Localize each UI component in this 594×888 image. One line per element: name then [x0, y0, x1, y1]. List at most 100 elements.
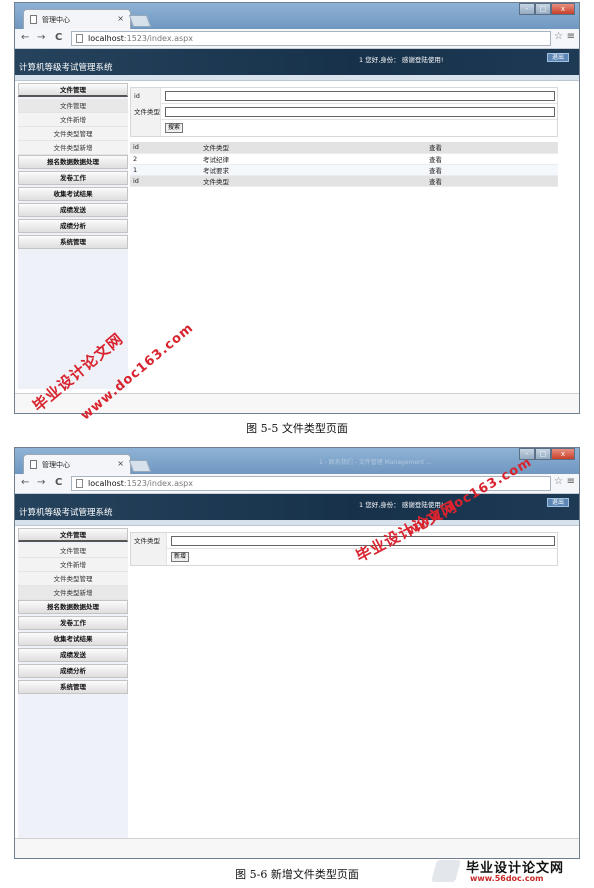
maximize-button[interactable]: □	[534, 448, 551, 460]
address-host: localhost	[88, 34, 124, 43]
sidebar-subitem-file-type-add[interactable]: 文件类型新增	[18, 586, 128, 600]
back-icon[interactable]: ←	[21, 477, 29, 488]
main-content: id 文件类型 搜索 id 文件类型 查看 2 考试纪律 查看 1 考试要求 查…	[128, 83, 579, 393]
header-subbar	[15, 520, 579, 526]
sidebar-item-collect-results[interactable]: 收集考试结果	[18, 632, 128, 646]
form-row-file-type: 文件类型	[131, 533, 557, 549]
file-type-table: id 文件类型 查看 2 考试纪律 查看 1 考试要求 查看 id 文件类型 查…	[130, 142, 558, 187]
logo-mark-icon	[431, 860, 461, 882]
minimize-button[interactable]: -	[519, 448, 535, 460]
sidebar-item-distribute-papers[interactable]: 发卷工作	[18, 171, 128, 185]
sidebar-item-file-management[interactable]: 文件管理	[18, 528, 128, 542]
actions-label-cell	[131, 549, 167, 565]
sidebar-item-send-scores[interactable]: 成绩发送	[18, 203, 128, 217]
column-header-view: 查看	[426, 142, 558, 154]
sidebar-item-send-scores[interactable]: 成绩发送	[18, 648, 128, 662]
back-icon[interactable]: ←	[21, 32, 29, 43]
bookmark-star-icon[interactable]: ☆	[554, 31, 563, 42]
cell-file-type: 考试要求	[200, 164, 426, 176]
close-icon[interactable]: ×	[117, 459, 124, 468]
column-footer-id: id	[130, 175, 200, 187]
window-controls: - □ x	[519, 3, 575, 15]
new-tab-button[interactable]	[128, 460, 152, 472]
greeting-text: 1 您好,身份： 感谢登陆使用!	[359, 56, 444, 64]
table-footer-row: id 文件类型 查看	[130, 175, 558, 187]
reload-icon[interactable]: C	[55, 32, 62, 43]
browser-tab-strip: 管理中心 × 1 - 联系我们 - 文件管理 Management ... - …	[15, 448, 579, 474]
sidebar-subitem-file-type-manage[interactable]: 文件类型管理	[18, 572, 128, 586]
cell-id: 1	[130, 164, 200, 176]
sidebar-item-system-management[interactable]: 系统管理	[18, 235, 128, 249]
bookmark-star-icon[interactable]: ☆	[554, 476, 563, 487]
browser-status-bar	[15, 393, 579, 413]
main-content: 文件类型 新增	[128, 528, 579, 838]
tab-title: 管理中心	[42, 461, 70, 469]
file-type-label: 文件类型	[131, 104, 161, 120]
figure-caption-5-5: 图 5-5 文件类型页面	[246, 422, 348, 435]
form-row-actions: 搜索	[131, 120, 557, 136]
file-type-label: 文件类型	[131, 533, 167, 549]
close-icon[interactable]: ×	[117, 14, 124, 23]
window-close-button[interactable]: x	[550, 448, 575, 460]
sidebar-item-distribute-papers[interactable]: 发卷工作	[18, 616, 128, 630]
logout-button[interactable]: 退出	[547, 53, 569, 62]
search-form: id 文件类型 搜索	[130, 87, 558, 137]
sidebar-item-collect-results[interactable]: 收集考试结果	[18, 187, 128, 201]
window-close-button[interactable]: x	[550, 3, 575, 15]
new-tab-button[interactable]	[128, 15, 152, 27]
id-label: id	[131, 88, 161, 104]
browser-tab[interactable]: 管理中心 ×	[23, 9, 131, 29]
sidebar-item-system-management[interactable]: 系统管理	[18, 680, 128, 694]
reload-icon[interactable]: C	[55, 477, 62, 488]
footer-logo: 毕业设计论文网 www.56doc.com	[431, 856, 592, 886]
sidebar-item-registration-data[interactable]: 报名数据数据处理	[18, 155, 128, 169]
id-input[interactable]	[165, 91, 555, 101]
sidebar-subitem-file-manage[interactable]: 文件管理	[18, 544, 128, 558]
cell-file-type: 考试纪律	[200, 153, 426, 165]
sidebar-item-score-analysis[interactable]: 成绩分析	[18, 219, 128, 233]
add-button[interactable]: 新增	[171, 552, 190, 562]
view-link[interactable]: 查看	[426, 153, 558, 165]
minimize-button[interactable]: -	[519, 3, 535, 15]
sidebar-item-score-analysis[interactable]: 成绩分析	[18, 664, 128, 678]
browser-toolbar: ← → C localhost:1523/index.aspx ☆ ≡	[15, 29, 579, 49]
file-type-input[interactable]	[171, 536, 555, 546]
sidebar-subitem-file-add[interactable]: 文件新增	[18, 113, 128, 127]
browser-toolbar: ← → C localhost:1523/index.aspx ☆ ≡	[15, 474, 579, 494]
forward-icon[interactable]: →	[37, 32, 45, 43]
maximize-button[interactable]: □	[534, 3, 551, 15]
column-header-file-type: 文件类型	[200, 142, 426, 154]
site-title: 计算机等级考试管理系统	[19, 508, 113, 518]
file-type-input[interactable]	[165, 107, 555, 117]
column-footer-view: 查看	[426, 175, 558, 187]
site-header: 计算机等级考试管理系统 1 您好,身份： 感谢登陆使用! 退出	[15, 494, 579, 520]
sidebar-item-registration-data[interactable]: 报名数据数据处理	[18, 600, 128, 614]
footer-logo-url: www.56doc.com	[470, 874, 544, 883]
table-row: 1 考试要求 查看	[130, 164, 558, 176]
sidebar-subitem-file-manage[interactable]: 文件管理	[18, 99, 128, 113]
greeting-text: 1 您好,身份： 感谢登陆使用!	[359, 501, 444, 509]
menu-icon[interactable]: ≡	[567, 476, 575, 487]
browser-tab[interactable]: 管理中心 ×	[23, 454, 131, 474]
sidebar-subitem-file-add[interactable]: 文件新增	[18, 558, 128, 572]
column-header-id: id	[130, 142, 200, 154]
menu-icon[interactable]: ≡	[567, 31, 575, 42]
forward-icon[interactable]: →	[37, 477, 45, 488]
logout-button[interactable]: 退出	[547, 498, 569, 507]
sidebar: 文件管理 文件管理 文件新增 文件类型管理 文件类型新增 报名数据数据处理 发卷…	[18, 528, 128, 838]
view-link[interactable]: 查看	[426, 164, 558, 176]
sidebar-item-file-management[interactable]: 文件管理	[18, 83, 128, 97]
sidebar-subitem-file-type-manage[interactable]: 文件类型管理	[18, 127, 128, 141]
address-bar[interactable]: localhost:1523/index.aspx	[71, 31, 551, 46]
address-path: :1523/index.aspx	[123, 479, 193, 488]
tab-title: 管理中心	[42, 16, 70, 24]
search-button[interactable]: 搜索	[165, 123, 184, 133]
address-bar[interactable]: localhost:1523/index.aspx	[71, 476, 551, 491]
page-icon	[30, 460, 37, 469]
form-row-id: id	[131, 88, 557, 104]
sidebar-subitem-file-type-add[interactable]: 文件类型新增	[18, 141, 128, 155]
address-path: :1523/index.aspx	[123, 34, 193, 43]
actions-label-cell	[131, 120, 161, 136]
background-tab-ghost: 1 - 联系我们 - 文件管理 Management ...	[319, 459, 432, 466]
site-header: 计算机等级考试管理系统 1 您好,身份： 感谢登陆使用! 退出	[15, 49, 579, 75]
